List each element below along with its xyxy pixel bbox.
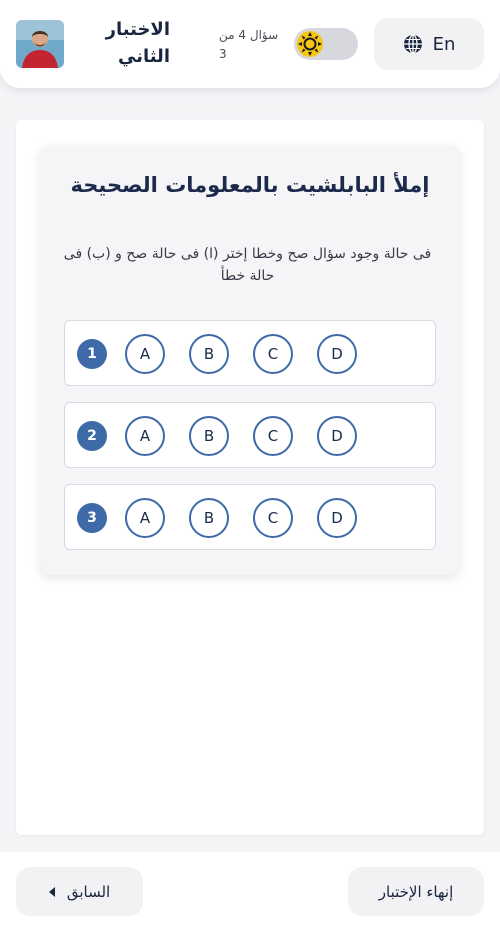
answer-row-1: 1 A B C D bbox=[64, 320, 436, 386]
user-avatar-icon bbox=[16, 20, 64, 68]
theme-toggle[interactable] bbox=[294, 28, 358, 60]
question-counter-text: سؤال 4 من bbox=[219, 28, 279, 42]
sun-icon bbox=[297, 31, 323, 57]
footer-bar: السابق إنهاء الإختبار bbox=[0, 852, 500, 932]
question-counter-total: 3 bbox=[219, 47, 227, 61]
choice-d[interactable]: D bbox=[317, 416, 357, 456]
choice-a[interactable]: A bbox=[125, 334, 165, 374]
row-number: 2 bbox=[77, 421, 107, 451]
question-instructions: فى حالة وجود سؤال صح وخطا إختر (ا) فى حا… bbox=[63, 246, 432, 284]
choice-b[interactable]: B bbox=[189, 334, 229, 374]
choice-c[interactable]: C bbox=[253, 498, 293, 538]
quiz-title: الاختبار الثاني bbox=[105, 19, 170, 67]
caret-left-icon bbox=[48, 886, 55, 897]
previous-label: السابق bbox=[66, 882, 111, 901]
globe-icon bbox=[403, 34, 422, 54]
finish-quiz-button[interactable]: إنهاء الإختبار bbox=[348, 867, 484, 916]
language-label: En bbox=[432, 33, 456, 55]
finish-label: إنهاء الإختبار bbox=[378, 882, 454, 901]
main-panel: إملأ البابلشيت بالمعلومات الصحيحة فى حال… bbox=[16, 120, 484, 835]
avatar bbox=[16, 20, 64, 68]
top-bar: الاختبار الثاني سؤال 4 من 3 En bbox=[0, 0, 500, 88]
row-number: 3 bbox=[77, 503, 107, 533]
question-counter: سؤال 4 من 3 bbox=[219, 26, 289, 64]
choice-b[interactable]: B bbox=[189, 498, 229, 538]
choice-d[interactable]: D bbox=[317, 498, 357, 538]
answer-row-3: 3 A B C D bbox=[64, 484, 436, 550]
choice-d[interactable]: D bbox=[317, 334, 357, 374]
choice-a[interactable]: A bbox=[125, 498, 165, 538]
choice-c[interactable]: C bbox=[253, 416, 293, 456]
choice-c[interactable]: C bbox=[253, 334, 293, 374]
row-number: 1 bbox=[77, 339, 107, 369]
choice-b[interactable]: B bbox=[189, 416, 229, 456]
answer-row-2: 2 A B C D bbox=[64, 402, 436, 468]
previous-button[interactable]: السابق bbox=[16, 867, 143, 916]
question-card: إملأ البابلشيت بالمعلومات الصحيحة فى حال… bbox=[40, 145, 460, 575]
language-button[interactable]: En bbox=[374, 18, 484, 70]
question-title: إملأ البابلشيت بالمعلومات الصحيحة bbox=[70, 173, 430, 197]
choice-a[interactable]: A bbox=[125, 416, 165, 456]
